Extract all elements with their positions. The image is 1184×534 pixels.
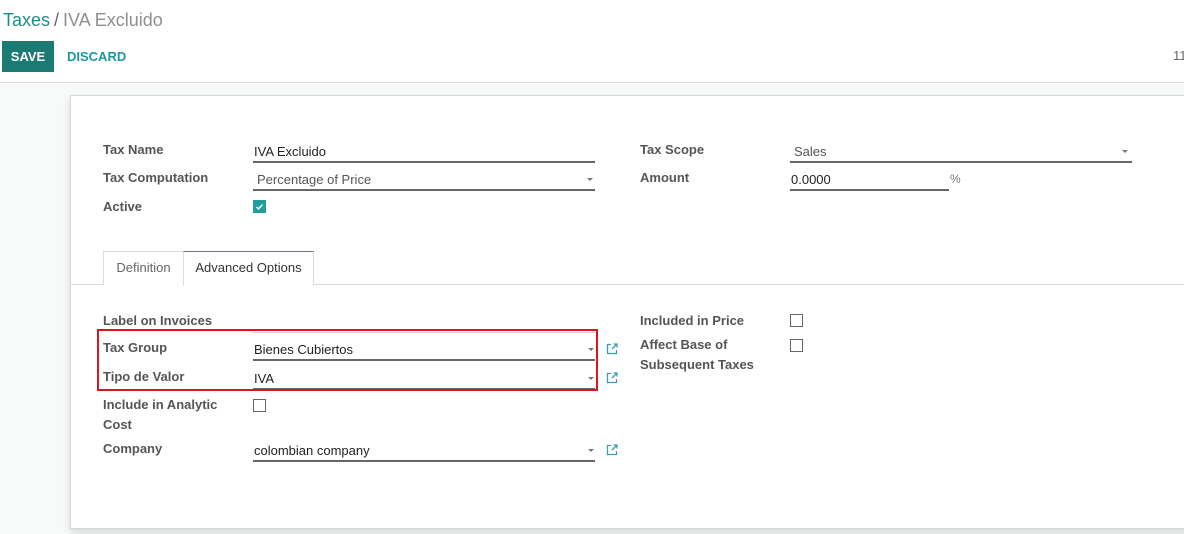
caret-down-icon: [587, 178, 593, 181]
affect-base-label-line1: Affect Base of: [640, 337, 728, 352]
tax-scope-value: Sales: [794, 144, 827, 159]
breadcrumb: Taxes / IVA Excluido: [3, 9, 163, 31]
tax-scope-label: Tax Scope: [640, 142, 705, 157]
tab-definition[interactable]: Definition: [103, 251, 184, 285]
affect-base-checkbox[interactable]: [790, 339, 803, 352]
company-value: colombian company: [254, 443, 370, 458]
tax-name-label: Tax Name: [103, 142, 164, 157]
include-analytic-cost-checkbox[interactable]: [253, 399, 266, 412]
amount-label: Amount: [640, 170, 690, 185]
breadcrumb-current: IVA Excluido: [63, 10, 163, 30]
active-checkbox[interactable]: [253, 200, 266, 213]
tax-computation-value: Percentage of Price: [257, 172, 372, 187]
tax-name-value: IVA Excluido: [254, 144, 327, 159]
tax-computation-select[interactable]: Percentage of Price: [253, 167, 595, 191]
external-link-icon[interactable]: [605, 371, 619, 385]
breadcrumb-taxes-link[interactable]: Taxes: [3, 10, 50, 30]
active-label: Active: [103, 199, 143, 214]
discard-button[interactable]: DISCARD: [67, 41, 126, 72]
check-icon: [256, 204, 264, 211]
external-link-icon[interactable]: [605, 443, 619, 457]
external-link-icon[interactable]: [605, 342, 619, 356]
pager-value[interactable]: 11: [1173, 48, 1184, 63]
control-panel: Taxes / IVA Excluido SAVE DISCARD 11: [0, 0, 1184, 83]
breadcrumb-separator: /: [54, 10, 60, 30]
included-in-price-label: Included in Price: [640, 313, 745, 328]
amount-input[interactable]: 0.0000: [790, 167, 949, 191]
highlight-annotation-box: [97, 329, 598, 391]
company-select[interactable]: colombian company: [253, 438, 595, 462]
caret-down-icon: [1122, 150, 1128, 153]
caret-down-icon: [588, 449, 594, 452]
included-in-price-checkbox[interactable]: [790, 314, 803, 327]
amount-unit: %: [950, 172, 961, 186]
tax-name-input[interactable]: IVA Excluido: [253, 139, 595, 163]
tax-computation-label: Tax Computation: [103, 170, 209, 185]
amount-value: 0.0000: [791, 172, 831, 187]
include-analytic-cost-label-line2: Cost: [103, 417, 132, 432]
save-button[interactable]: SAVE: [2, 41, 54, 72]
company-label: Company: [103, 441, 163, 456]
tab-advanced-options[interactable]: Advanced Options: [183, 251, 314, 286]
affect-base-label-line2: Subsequent Taxes: [640, 357, 754, 372]
include-analytic-cost-label-line1: Include in Analytic: [103, 397, 218, 412]
label-on-invoices-label: Label on Invoices: [103, 313, 213, 328]
tax-scope-select[interactable]: Sales: [790, 139, 1132, 163]
